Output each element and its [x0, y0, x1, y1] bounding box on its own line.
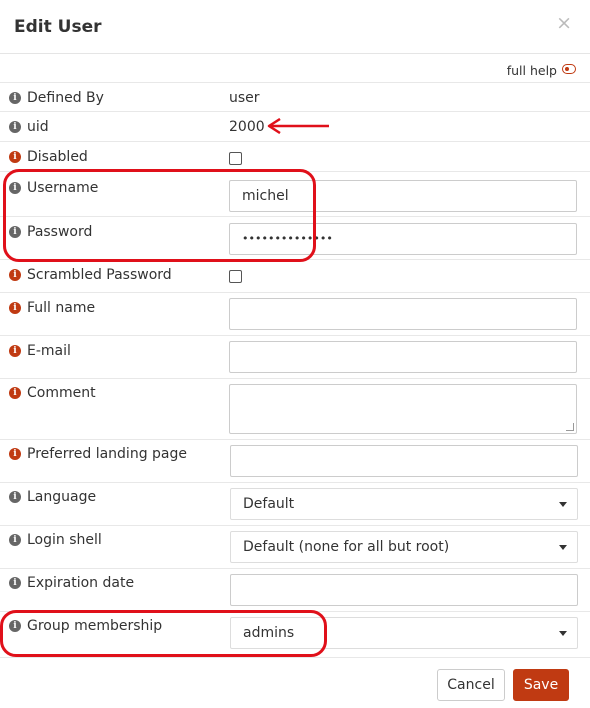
- defined-by-value: user: [229, 90, 260, 106]
- row-email: i E-mail: [0, 336, 590, 379]
- scrambled-password-label: Scrambled Password: [27, 267, 172, 283]
- info-icon[interactable]: i: [9, 534, 21, 546]
- save-button[interactable]: Save: [513, 669, 569, 701]
- row-expiration-date: i Expiration date: [0, 569, 590, 612]
- scrambled-password-checkbox[interactable]: [229, 270, 242, 283]
- info-icon[interactable]: i: [9, 491, 21, 503]
- row-scrambled-password: i Scrambled Password: [0, 260, 590, 293]
- language-select[interactable]: Default: [230, 488, 578, 520]
- info-icon[interactable]: i: [9, 577, 21, 589]
- chevron-down-icon: [559, 502, 567, 507]
- full-name-input[interactable]: [229, 298, 577, 330]
- landing-page-input[interactable]: [230, 445, 578, 477]
- info-icon[interactable]: i: [9, 121, 21, 133]
- annotation-highlight-credentials: [3, 169, 316, 262]
- row-login-shell: i Login shell Default (none for all but …: [0, 526, 590, 569]
- info-icon[interactable]: i: [9, 302, 21, 314]
- full-help-toggle[interactable]: [562, 64, 576, 74]
- login-shell-select[interactable]: Default (none for all but root): [230, 531, 578, 563]
- info-icon[interactable]: i: [9, 151, 21, 163]
- full-help-label: full help: [506, 63, 557, 78]
- help-bar: full help: [0, 54, 590, 83]
- info-icon[interactable]: i: [9, 448, 21, 460]
- annotation-highlight-group: [0, 610, 327, 657]
- row-disabled: i Disabled: [0, 142, 590, 172]
- disabled-label: Disabled: [27, 149, 88, 165]
- expiration-date-input[interactable]: [230, 574, 578, 606]
- dialog-header: Edit User ×: [0, 0, 590, 54]
- login-shell-value: Default (none for all but root): [243, 539, 450, 555]
- info-icon[interactable]: i: [9, 269, 21, 281]
- defined-by-label: Defined By: [27, 90, 104, 106]
- row-landing-page: i Preferred landing page: [0, 440, 590, 483]
- info-icon[interactable]: i: [9, 387, 21, 399]
- dialog-title: Edit User: [14, 17, 102, 37]
- uid-value: 2000: [229, 119, 265, 135]
- row-comment: i Comment: [0, 379, 590, 440]
- uid-label: uid: [27, 119, 49, 135]
- email-label: E-mail: [27, 343, 71, 359]
- row-language: i Language Default: [0, 483, 590, 526]
- expiration-date-label: Expiration date: [27, 575, 135, 591]
- login-shell-label: Login shell: [27, 532, 102, 548]
- email-input[interactable]: [229, 341, 577, 373]
- annotation-arrow-icon: [267, 118, 329, 134]
- language-value: Default: [243, 496, 295, 512]
- language-label: Language: [27, 489, 97, 505]
- full-name-label: Full name: [27, 300, 96, 316]
- info-icon[interactable]: i: [9, 345, 21, 357]
- comment-label: Comment: [27, 385, 96, 401]
- landing-page-label: Preferred landing page: [27, 446, 188, 462]
- chevron-down-icon: [559, 545, 567, 550]
- cancel-button[interactable]: Cancel: [437, 669, 505, 701]
- info-icon[interactable]: i: [9, 92, 21, 104]
- row-defined-by: i Defined By user: [0, 83, 590, 112]
- comment-textarea[interactable]: [229, 384, 577, 434]
- close-icon[interactable]: ×: [556, 14, 572, 33]
- row-full-name: i Full name: [0, 293, 590, 336]
- chevron-down-icon: [559, 631, 567, 636]
- disabled-checkbox[interactable]: [229, 152, 242, 165]
